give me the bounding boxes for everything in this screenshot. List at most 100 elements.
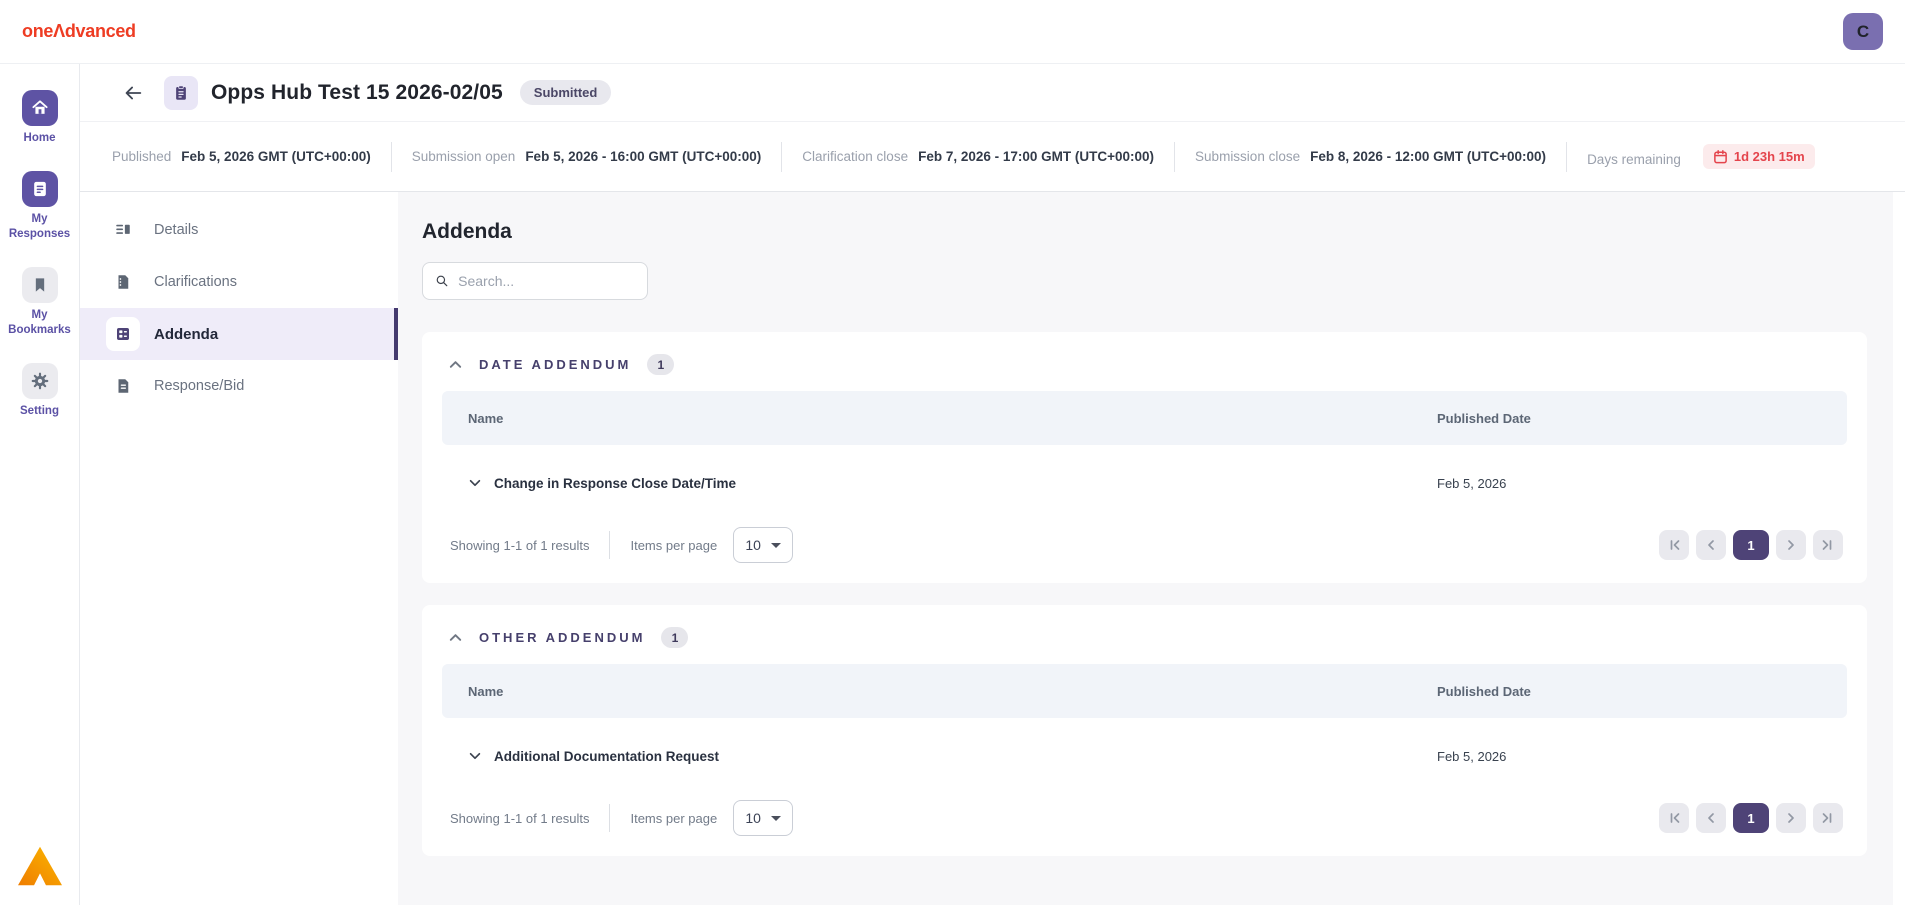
chevron-down-icon[interactable] [468, 749, 482, 763]
table-header: Name Published Date [442, 391, 1847, 445]
logo-a-mark: Λ [53, 21, 65, 41]
tab-label: Addenda [154, 325, 219, 343]
table-header: Name Published Date [442, 664, 1847, 718]
last-page-button[interactable] [1813, 803, 1843, 833]
previous-page-button[interactable] [1696, 530, 1726, 560]
meta-submission-open: Submission open Feb 5, 2026 - 16:00 GMT … [412, 149, 762, 164]
tab-label: Details [154, 222, 199, 238]
section-header: OTHER ADDENDUM 1 [442, 619, 1847, 664]
opportunity-meta-bar: Published Feb 5, 2026 GMT (UTC+00:00) Su… [80, 122, 1905, 192]
meta-value: Feb 5, 2026 - 16:00 GMT (UTC+00:00) [525, 149, 762, 164]
count-badge: 1 [661, 627, 689, 648]
responses-icon [21, 171, 58, 208]
chevron-up-icon[interactable] [448, 630, 463, 645]
days-remaining-badge: 1d 23h 15m [1702, 144, 1815, 169]
app-root: oneΛdvanced C Home My Responses My Bookm… [0, 0, 1905, 905]
table-row[interactable]: Additional Documentation Request Feb 5, … [442, 718, 1847, 794]
details-icon [106, 213, 140, 247]
days-remaining-value: 1d 23h 15m [1733, 149, 1805, 164]
divider [390, 141, 392, 172]
addendum-published-date: Feb 5, 2026 [1437, 748, 1507, 764]
divider [781, 141, 783, 172]
sidebar-item-label: Home [23, 132, 56, 144]
column-header-name: Name [468, 410, 504, 426]
meta-label: Published [112, 149, 172, 164]
results-summary: Showing 1-1 of 1 results [450, 537, 590, 553]
logo-text: one [22, 21, 54, 41]
left-rail: Home My Responses My Bookmarks Setting [0, 64, 80, 905]
sidebar-item-label: Setting [20, 404, 59, 417]
page-title: Opps Hub Test 15 2026-02/05 [211, 80, 503, 104]
page-1-button[interactable]: 1 [1733, 803, 1769, 833]
section-header: DATE ADDENDUM 1 [442, 346, 1847, 391]
meta-clarification-close: Clarification close Feb 7, 2026 - 17:00 … [802, 149, 1154, 164]
table-row[interactable]: Change in Response Close Date/Time Feb 5… [442, 445, 1847, 521]
pagination-controls: 1 [1659, 803, 1843, 833]
meta-label: Clarification close [802, 149, 909, 164]
tab-label: Response/Bid [154, 378, 245, 394]
chevron-down-icon[interactable] [468, 476, 482, 490]
column-header-published-date: Published Date [1437, 410, 1531, 426]
top-app-bar: oneΛdvanced C [0, 0, 1905, 64]
divider [1566, 141, 1568, 172]
items-per-page-select[interactable]: 10 [733, 527, 794, 563]
section-page-title: Addenda [422, 220, 512, 243]
divider [609, 804, 611, 832]
next-page-button[interactable] [1776, 530, 1806, 560]
search-icon [436, 275, 448, 287]
sidebar-item-label: My Bookmarks [8, 309, 71, 336]
tab-response-bid[interactable]: Response/Bid [80, 360, 398, 412]
sidebar-item-my-bookmarks[interactable]: My Bookmarks [0, 267, 79, 337]
section-title: OTHER ADDENDUM [479, 630, 646, 645]
divider [1174, 141, 1176, 172]
sidebar-item-home[interactable]: Home [0, 90, 79, 145]
page-title-row: Opps Hub Test 15 2026-02/05 Submitted [80, 64, 1905, 122]
meta-value: Feb 5, 2026 GMT (UTC+00:00) [181, 149, 371, 164]
addendum-name: Additional Documentation Request [494, 748, 720, 764]
search-input[interactable] [458, 273, 635, 289]
section-title: DATE ADDENDUM [479, 357, 632, 372]
tab-clarifications[interactable]: Clarifications [80, 256, 398, 308]
page-size-value: 10 [745, 537, 761, 553]
last-page-button[interactable] [1813, 530, 1843, 560]
meta-value: Feb 8, 2026 - 12:00 GMT (UTC+00:00) [1310, 149, 1547, 164]
chevron-up-icon[interactable] [448, 357, 463, 372]
previous-page-button[interactable] [1696, 803, 1726, 833]
page-size-value: 10 [745, 810, 761, 826]
pagination-controls: 1 [1659, 530, 1843, 560]
meta-submission-close: Submission close Feb 8, 2026 - 12:00 GMT… [1195, 149, 1546, 164]
items-per-page-select[interactable]: 10 [733, 800, 794, 836]
sidebar-item-setting[interactable]: Setting [0, 362, 79, 418]
page-1-button[interactable]: 1 [1733, 530, 1769, 560]
column-header-published-date: Published Date [1437, 683, 1531, 699]
chevron-down-icon [770, 542, 781, 548]
tab-label: Clarifications [154, 274, 237, 290]
back-button[interactable] [120, 80, 146, 106]
tab-addenda[interactable]: Addenda [80, 308, 398, 360]
date-addendum-section: DATE ADDENDUM 1 Name Published Date Chan… [422, 332, 1867, 583]
tab-details[interactable]: Details [80, 204, 398, 256]
user-avatar[interactable]: C [1843, 13, 1883, 50]
search-box [422, 262, 648, 300]
first-page-button[interactable] [1659, 803, 1689, 833]
pagination-bar: Showing 1-1 of 1 results Items per page … [442, 794, 1847, 840]
addenda-main: Addenda DATE ADDENDUM 1 [398, 192, 1893, 905]
meta-published: Published Feb 5, 2026 GMT (UTC+00:00) [112, 149, 371, 164]
chevron-down-icon [770, 815, 781, 821]
meta-days-remaining: Days remaining 1d 23h 15m [1587, 144, 1815, 169]
meta-label: Submission close [1195, 149, 1301, 164]
meta-label: Submission open [411, 149, 516, 164]
sidebar-item-my-responses[interactable]: My Responses [0, 171, 79, 241]
next-page-button[interactable] [1776, 803, 1806, 833]
items-per-page-label: Items per page [630, 537, 718, 553]
scrollbar-gutter [1893, 192, 1905, 905]
shell: Home My Responses My Bookmarks Setting O… [0, 64, 1905, 905]
first-page-button[interactable] [1659, 530, 1689, 560]
sidebar-item-label: My Responses [8, 213, 71, 240]
bookmark-icon [21, 267, 58, 304]
oneadvanced-logo[interactable]: oneΛdvanced [22, 21, 136, 42]
divider [609, 531, 611, 559]
response-bid-icon [106, 369, 140, 403]
meta-value: Feb 7, 2026 - 17:00 GMT (UTC+00:00) [918, 149, 1155, 164]
results-summary: Showing 1-1 of 1 results [450, 810, 590, 826]
